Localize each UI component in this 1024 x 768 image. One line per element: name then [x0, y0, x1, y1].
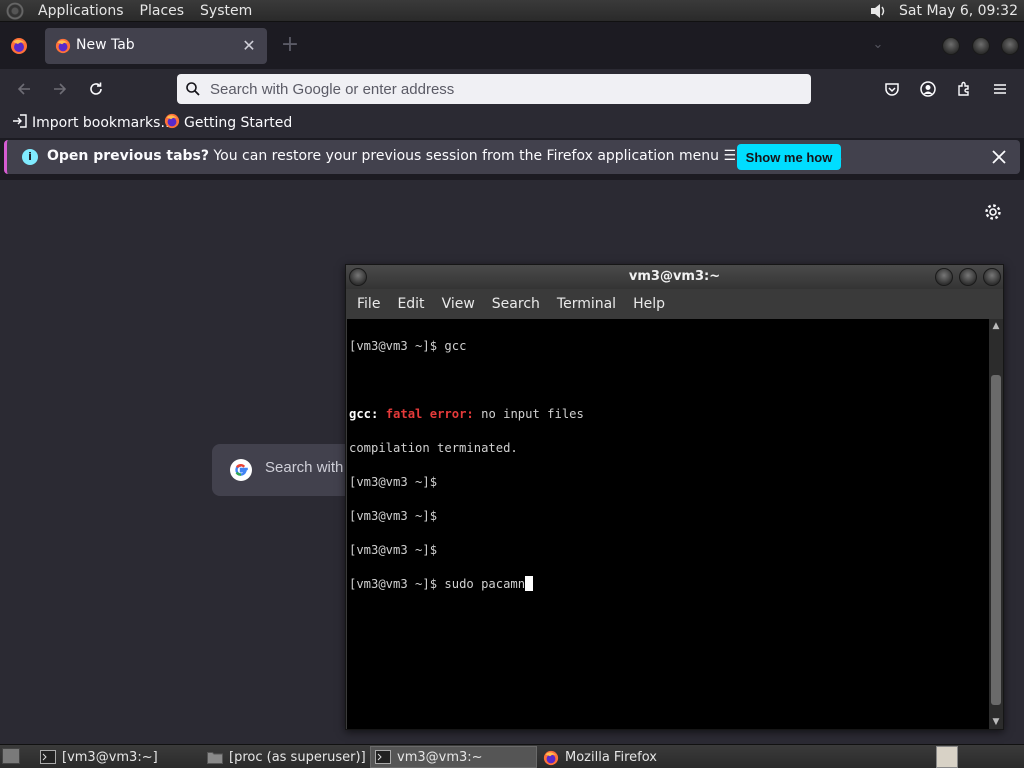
taskbar-item-terminal-2[interactable]: vm3@vm3:~: [370, 746, 537, 768]
bookmarks-toolbar: Import bookmarks… Getting Started: [0, 109, 1024, 138]
shell-prompt: [vm3@vm3 ~]$: [349, 543, 438, 557]
maximize-button[interactable]: [959, 268, 977, 286]
scrollbar-thumb[interactable]: [991, 375, 1001, 705]
search-icon: [185, 81, 201, 97]
menu-search[interactable]: Search: [485, 296, 547, 312]
window-menu-button[interactable]: [349, 268, 367, 286]
close-icon[interactable]: ✕: [239, 36, 259, 56]
distro-logo-icon[interactable]: [6, 1, 24, 20]
maximize-button[interactable]: [972, 37, 990, 55]
shell-prompt: [vm3@vm3 ~]$: [349, 509, 438, 523]
scroll-down-icon[interactable]: ▼: [991, 717, 1001, 727]
menu-edit[interactable]: Edit: [390, 296, 431, 312]
terminal-line: [vm3@vm3 ~]$ sudo pacamn: [349, 576, 989, 593]
text-cursor: [525, 576, 534, 591]
bookmark-getting-started-label: Getting Started: [184, 115, 293, 131]
firefox-view-icon[interactable]: [10, 37, 28, 55]
plus-icon[interactable]: +: [279, 34, 301, 57]
menu-view[interactable]: View: [435, 296, 482, 312]
bookmark-import-label: Import bookmarks…: [32, 115, 175, 131]
taskbar-item-terminal-1[interactable]: [vm3@vm3:~]: [36, 746, 196, 768]
terminal-line: compilation terminated.: [349, 440, 989, 457]
terminal-menubar: File Edit View Search Terminal Help: [346, 289, 1003, 319]
error-message: no input files: [473, 407, 584, 421]
shell-prompt: [vm3@vm3 ~]$: [349, 339, 445, 353]
terminal-titlebar[interactable]: vm3@vm3:~: [346, 265, 1003, 289]
gear-icon[interactable]: [983, 202, 1003, 222]
system-menu[interactable]: System: [192, 0, 260, 22]
taskbar-item-label: [proc (as superuser)]: [229, 749, 366, 765]
folder-icon: [207, 750, 223, 764]
bottom-taskbar: [vm3@vm3:~] [proc (as superuser)] vm3@vm…: [0, 744, 1024, 768]
terminal-line: [vm3@vm3 ~]$: [349, 542, 989, 559]
scroll-up-icon[interactable]: ▲: [991, 321, 1001, 331]
import-icon: [12, 113, 28, 133]
tab-title: New Tab: [76, 37, 135, 53]
error-label: fatal error:: [385, 407, 474, 421]
chevron-down-icon[interactable]: ⌄: [868, 37, 888, 57]
info-icon: i: [22, 149, 38, 165]
applications-menu[interactable]: Applications: [30, 0, 132, 22]
taskbar-item-proc[interactable]: [proc (as superuser)]: [203, 746, 368, 768]
terminal-window: vm3@vm3:~ File Edit View Search Terminal…: [345, 264, 1004, 730]
close-window-button[interactable]: [1001, 37, 1019, 55]
taskbar-item-label: [vm3@vm3:~]: [62, 749, 158, 765]
tab-new-tab[interactable]: New Tab ✕: [45, 28, 267, 64]
navigation-toolbar: [0, 69, 1024, 109]
pocket-icon[interactable]: [880, 77, 904, 101]
terminal-line: [vm3@vm3 ~]$: [349, 474, 989, 491]
page-search-placeholder: Search with: [265, 459, 344, 476]
forward-arrow-icon[interactable]: [48, 77, 72, 101]
terminal-scrollbar[interactable]: ▲ ▼: [989, 319, 1003, 729]
shell-prompt: [vm3@vm3 ~]$: [349, 475, 438, 489]
taskbar-item-label: vm3@vm3:~: [397, 749, 483, 765]
terminal-line: [vm3@vm3 ~]$ gcc: [349, 338, 989, 355]
back-arrow-icon[interactable]: [12, 77, 36, 101]
top-panel: Applications Places System Sat May 6, 09…: [0, 0, 1024, 22]
notification-title: Open previous tabs?: [47, 148, 210, 164]
reload-icon[interactable]: [84, 77, 108, 101]
trash-icon[interactable]: [936, 746, 958, 768]
menu-icon[interactable]: [988, 77, 1012, 101]
address-input[interactable]: [210, 78, 800, 100]
minimize-button[interactable]: [935, 268, 953, 286]
terminal-line: gcc: fatal error: no input files: [349, 406, 989, 423]
panel-clock[interactable]: Sat May 6, 09:32: [899, 3, 1024, 19]
firefox-tab-strip: New Tab ✕ + ⌄: [0, 23, 1024, 69]
notification-message: Open previous tabs? You can restore your…: [47, 148, 843, 164]
speaker-icon[interactable]: [865, 1, 891, 21]
firefox-icon: [543, 750, 559, 766]
google-icon: [229, 458, 253, 482]
firefox-icon: [164, 113, 180, 133]
terminal-line: [vm3@vm3 ~]$: [349, 508, 989, 525]
show-me-how-button[interactable]: Show me how: [737, 144, 841, 170]
terminal-title: vm3@vm3:~: [628, 269, 721, 284]
show-desktop-icon[interactable]: [2, 748, 20, 764]
output-text: compilation terminated.: [349, 441, 518, 455]
terminal-icon: [375, 750, 391, 764]
close-icon[interactable]: [988, 146, 1010, 168]
extensions-icon[interactable]: [952, 77, 976, 101]
error-program: gcc:: [349, 407, 379, 421]
taskbar-item-label: Mozilla Firefox: [565, 749, 657, 765]
places-menu[interactable]: Places: [132, 0, 193, 22]
terminal-output[interactable]: [vm3@vm3 ~]$ gcc gcc: fatal error: no in…: [347, 319, 989, 729]
menu-file[interactable]: File: [350, 296, 387, 312]
firefox-icon: [55, 38, 71, 54]
menu-terminal[interactable]: Terminal: [550, 296, 623, 312]
address-bar[interactable]: [177, 74, 811, 104]
close-window-button[interactable]: [983, 268, 1001, 286]
taskbar-item-firefox[interactable]: Mozilla Firefox: [539, 746, 709, 768]
bookmark-getting-started[interactable]: Getting Started: [164, 113, 292, 133]
shell-command: gcc: [444, 339, 467, 353]
terminal-icon: [40, 750, 56, 764]
menu-help[interactable]: Help: [626, 296, 672, 312]
session-restore-notification: i Open previous tabs? You can restore yo…: [4, 140, 1020, 174]
account-icon[interactable]: [916, 77, 940, 101]
bookmark-import[interactable]: Import bookmarks…: [12, 113, 174, 133]
minimize-button[interactable]: [942, 37, 960, 55]
shell-prompt: [vm3@vm3 ~]$: [349, 577, 445, 591]
shell-command: sudo pacamn: [444, 577, 526, 591]
